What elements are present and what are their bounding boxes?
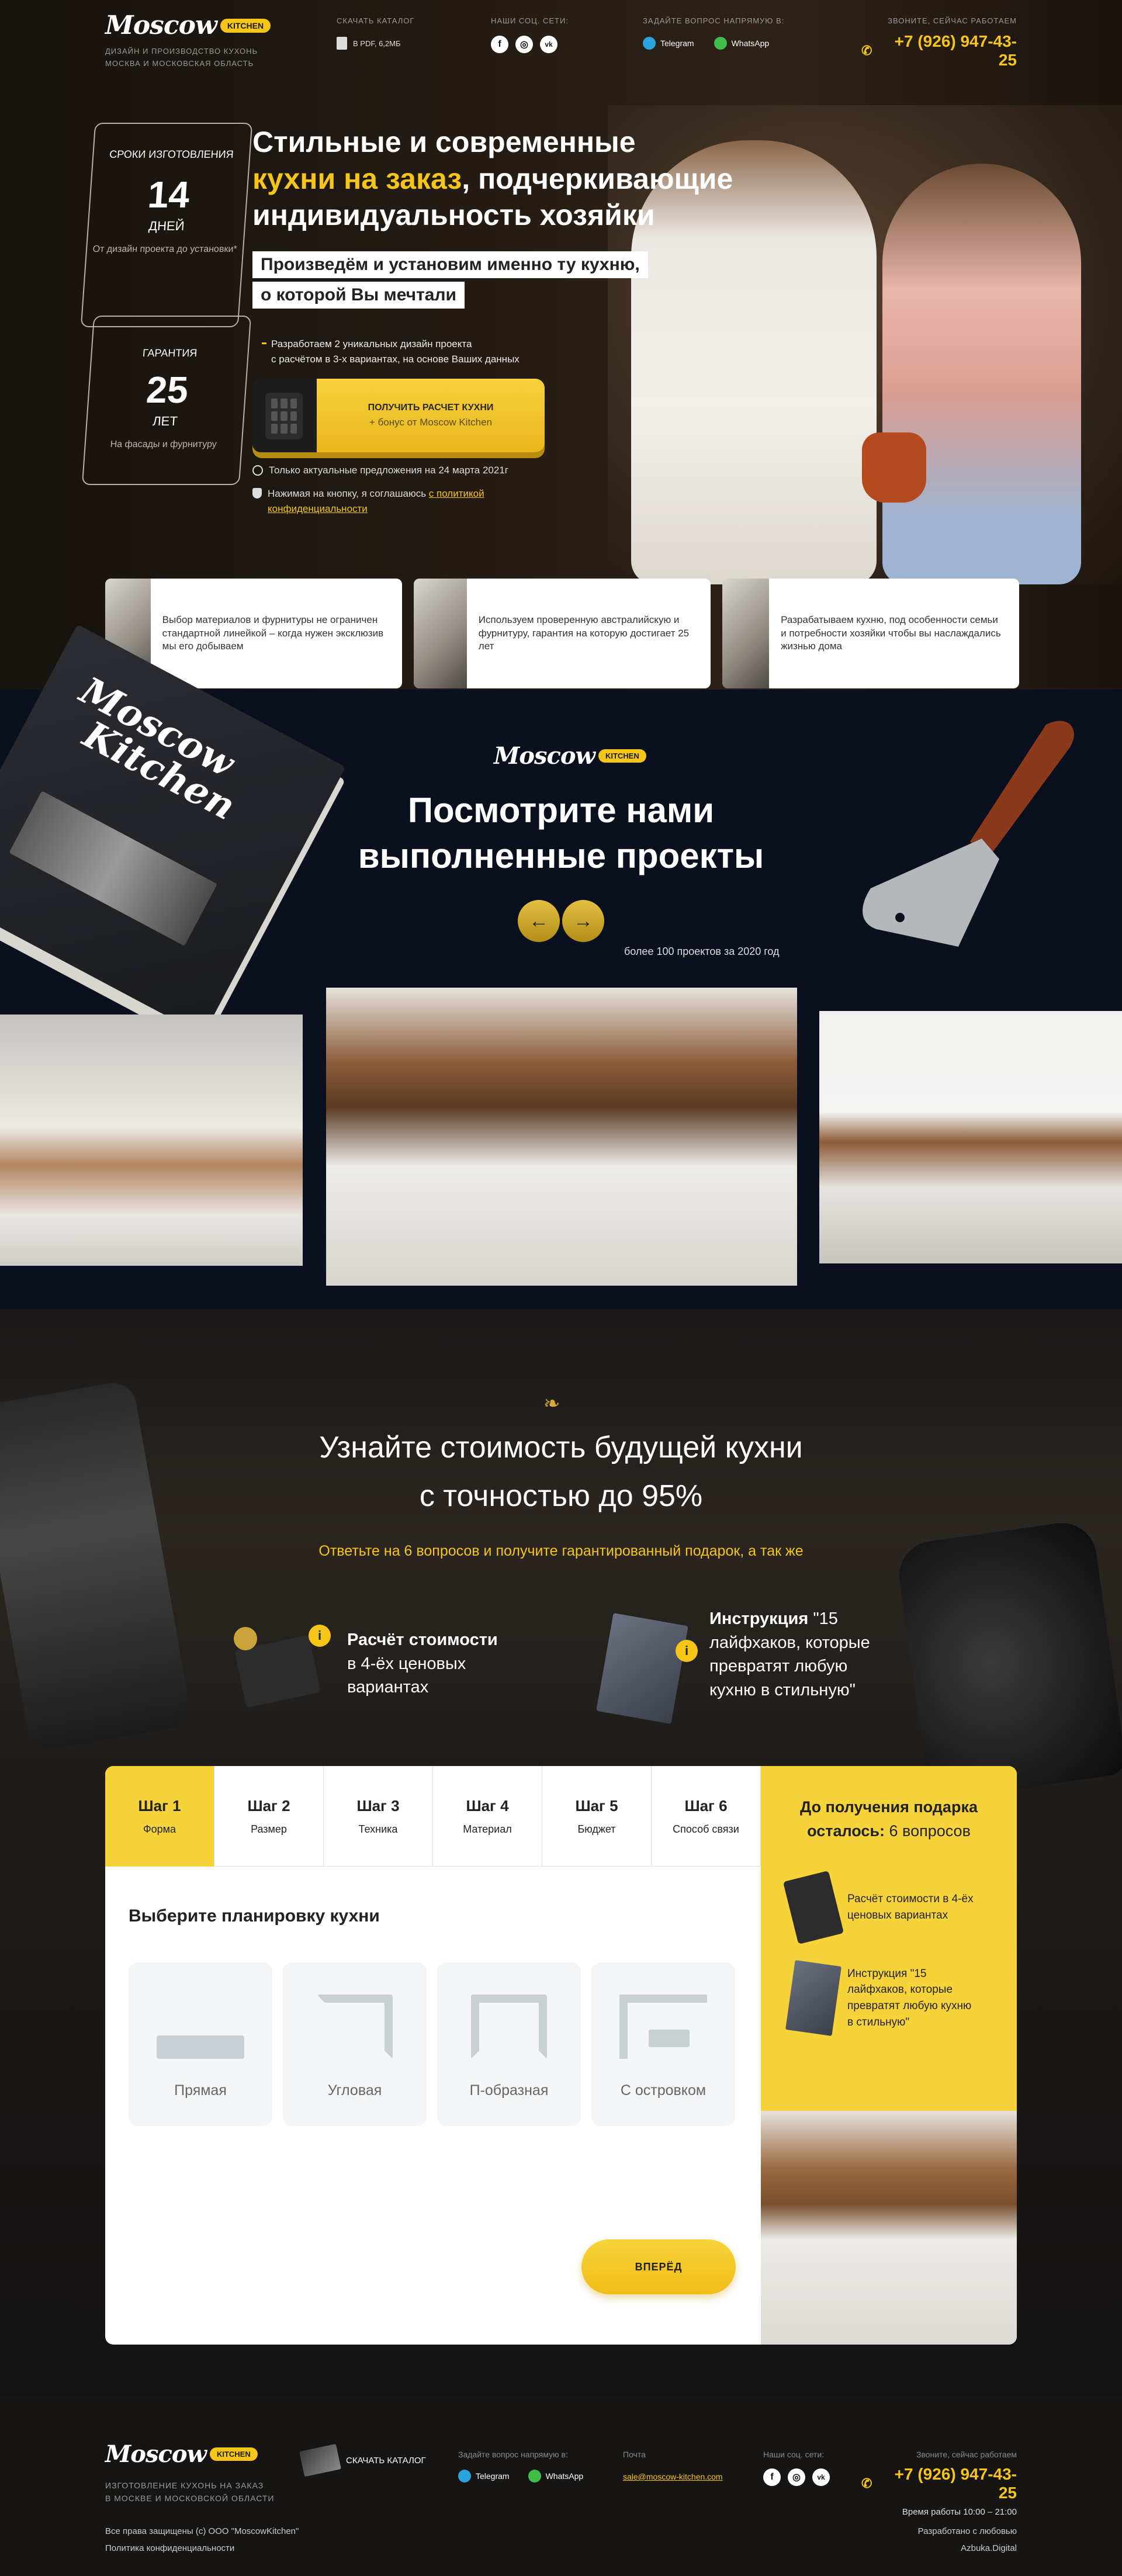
footer-logo[interactable]: Moscow KITCHEN bbox=[105, 2440, 258, 2468]
footer-email: Почта sale@moscow-kitchen.com bbox=[623, 2450, 723, 2481]
whatsapp-icon bbox=[714, 37, 727, 50]
whatsapp-icon bbox=[528, 2470, 541, 2482]
warranty-card: ГАРАНТИЯ 25 ЛЕТ На фасады и фурнитуру bbox=[81, 316, 252, 485]
feature-image bbox=[414, 579, 467, 688]
hero-title: Стильные и современные кухни на заказ, п… bbox=[252, 126, 733, 231]
privacy-note: Нажимая на кнопку, я соглашаюсь с полити… bbox=[252, 486, 536, 516]
book-icon bbox=[785, 1960, 842, 2036]
tab-step-3[interactable]: Шаг 3 Техника bbox=[324, 1766, 433, 1867]
header-socials: НАШИ СОЦ. СЕТИ: f ◎ vk bbox=[491, 16, 569, 53]
agency-link[interactable]: Azbuka.Digital bbox=[842, 2540, 1017, 2557]
gift-sidebar: До получения подарка осталось: 6 вопросо… bbox=[761, 1766, 1017, 2345]
footer-privacy-link[interactable]: Политика конфиденциальности bbox=[105, 2540, 299, 2557]
clock-icon bbox=[252, 465, 263, 476]
footer-email-link[interactable]: sale@moscow-kitchen.com bbox=[623, 2472, 723, 2481]
straight-layout-icon bbox=[157, 2035, 244, 2059]
footer-messengers: Задайте вопрос напрямую в: Telegram What… bbox=[458, 2450, 583, 2482]
knife-image bbox=[863, 721, 1074, 947]
u-shaped-layout-icon bbox=[471, 1995, 547, 2059]
site-logo[interactable]: Moscow KITCHEN bbox=[105, 11, 271, 40]
footer-credits: Разработано с любовью Azbuka.Digital bbox=[842, 2523, 1017, 2557]
shield-icon bbox=[252, 488, 262, 498]
footer-telegram-link[interactable]: Telegram bbox=[458, 2470, 510, 2482]
facebook-icon[interactable]: f bbox=[491, 36, 508, 53]
tab-step-2[interactable]: Шаг 2 Размер bbox=[214, 1766, 324, 1867]
hero-bullet: Разработаем 2 уникальных дизайн проекта … bbox=[262, 337, 520, 366]
quiz-card: Шаг 1 Форма Шаг 2 Размер Шаг 3 Техника Шаг … bbox=[105, 1766, 1017, 2345]
instagram-icon[interactable]: ◎ bbox=[788, 2468, 805, 2486]
layout-options: Прямая Угловая П-образная С островком bbox=[129, 1962, 735, 2126]
project-photo[interactable] bbox=[0, 1015, 303, 1266]
gallery-prev-button[interactable]: ← bbox=[518, 900, 560, 942]
kitchen-photo bbox=[761, 2111, 1017, 2345]
calculator-icon bbox=[252, 379, 317, 452]
tab-step-1[interactable]: Шаг 1 Форма bbox=[105, 1766, 214, 1867]
telegram-icon bbox=[643, 37, 656, 50]
price-tag-icon: i bbox=[234, 1619, 333, 1708]
phone-icon: ✆ bbox=[861, 2476, 872, 2491]
quiz-question: Выберите планировку кухни bbox=[129, 1906, 380, 1926]
layout-option-u-shaped[interactable]: П-образная bbox=[437, 1962, 581, 2126]
project-photo[interactable] bbox=[819, 1011, 1122, 1263]
kettle-image bbox=[895, 1518, 1122, 1801]
get-estimate-button[interactable]: ПОЛУЧИТЬ РАСЧЕТ КУХНИ + бонус от Moscow … bbox=[252, 379, 545, 452]
telegram-link[interactable]: Telegram bbox=[643, 37, 694, 50]
vk-icon[interactable]: vk bbox=[812, 2468, 830, 2486]
catalog-icon bbox=[299, 2443, 341, 2477]
corner-layout-icon bbox=[317, 1995, 393, 2059]
telegram-icon bbox=[458, 2470, 471, 2482]
footer-legal: Все права защищены (с) ООО "MoscowKitche… bbox=[105, 2523, 299, 2557]
header-phone[interactable]: ✆ +7 (926) 947-43-25 bbox=[861, 32, 1017, 70]
hero-photo-vase bbox=[862, 432, 926, 503]
features-row: Выбор материалов и фурнитуры не ограниче… bbox=[105, 579, 1019, 688]
feature-card: Разрабатываем кухню, под особенности сем… bbox=[722, 579, 1019, 688]
price-tag-icon bbox=[782, 1870, 844, 1945]
gallery-arrows: ← → bbox=[518, 900, 604, 942]
next-step-button[interactable]: ВПЕРЁД bbox=[581, 2239, 736, 2294]
whatsapp-link[interactable]: WhatsApp bbox=[714, 37, 769, 50]
layout-option-straight[interactable]: Прямая bbox=[129, 1962, 272, 2126]
tab-step-5[interactable]: Шаг 5 Бюджет bbox=[542, 1766, 652, 1867]
footer-socials: Наши соц. сети: f ◎ vk bbox=[763, 2450, 830, 2486]
footer-phone[interactable]: ✆ +7 (926) 947-43-25 bbox=[861, 2465, 1017, 2502]
footer-tagline: ИЗГОТОВЛЕНИЕ КУХОНЬ НА ЗАКАЗ В МОСКВЕ И … bbox=[105, 2481, 275, 2504]
quiz-gift-2: i Инструкция "15 лайфхаков, которые прев… bbox=[596, 1601, 879, 1724]
footer-phone-block: Звоните, сейчас работаем ✆ +7 (926) 947-… bbox=[861, 2450, 1017, 2517]
ornament-icon: ❧ bbox=[543, 1393, 560, 1415]
hero-photo-woman bbox=[882, 164, 1081, 584]
offer-note: Только актуальные предложения на 24 март… bbox=[252, 465, 508, 476]
header-messengers: ЗАДАЙТЕ ВОПРОС НАПРЯМУЮ В: Telegram What… bbox=[643, 16, 784, 50]
gallery-next-button[interactable]: → bbox=[562, 900, 604, 942]
quiz-subtitle: Ответьте на 6 вопросов и получите гарант… bbox=[318, 1543, 804, 1559]
project-photo[interactable] bbox=[326, 988, 797, 1286]
book-icon: i bbox=[596, 1601, 698, 1724]
facebook-icon[interactable]: f bbox=[763, 2468, 781, 2486]
footer-whatsapp-link[interactable]: WhatsApp bbox=[528, 2470, 583, 2482]
pdf-icon bbox=[337, 37, 347, 50]
tab-step-6[interactable]: Шаг 6 Способ связи bbox=[652, 1766, 761, 1867]
footer-catalog-link[interactable]: СКАЧАТЬ КАТАЛОГ bbox=[299, 2443, 426, 2477]
layout-option-island[interactable]: С островком bbox=[591, 1962, 735, 2126]
header-catalog[interactable]: СКАЧАТЬ КАТАЛОГ В PDF, 6,2МБ bbox=[337, 16, 414, 50]
feature-image bbox=[722, 579, 770, 688]
projects-gallery bbox=[0, 988, 1122, 1286]
projects-count: более 100 проектов за 2020 год bbox=[624, 946, 780, 957]
feature-card: Используем проверенную австралийскую и ф… bbox=[414, 579, 711, 688]
production-time-card: СРОКИ ИЗГОТОВЛЕНИЯ 14 ДНЕЙ От дизайн про… bbox=[80, 123, 253, 327]
island-layout-icon bbox=[619, 1995, 707, 2059]
layout-option-corner[interactable]: Угловая bbox=[283, 1962, 427, 2126]
projects-logo: Moscow KITCHEN bbox=[494, 742, 646, 770]
quiz-title: Узнайте стоимость будущей кухни с точнос… bbox=[319, 1431, 803, 1514]
instagram-icon[interactable]: ◎ bbox=[515, 36, 533, 53]
quiz-gift-1: i Расчёт стоимости в 4-ёх ценовых вариант… bbox=[234, 1619, 499, 1708]
projects-title: Посмотрите нами выполненные проекты bbox=[358, 791, 764, 875]
tab-step-4[interactable]: Шаг 4 Материал bbox=[433, 1766, 542, 1867]
phone-icon: ✆ bbox=[861, 43, 872, 58]
header-tagline: ДИЗАЙН И ПРОИЗВОДСТВО КУХОНЬ МОСКВА И МО… bbox=[105, 47, 258, 68]
vk-icon[interactable]: vk bbox=[540, 36, 557, 53]
header-phone-block: ЗВОНИТЕ, СЕЙЧАС РАБОТАЕМ ✆ +7 (926) 947-… bbox=[861, 16, 1017, 70]
hero-subtitle: Произведём и установим именно ту кухню, … bbox=[252, 251, 648, 312]
